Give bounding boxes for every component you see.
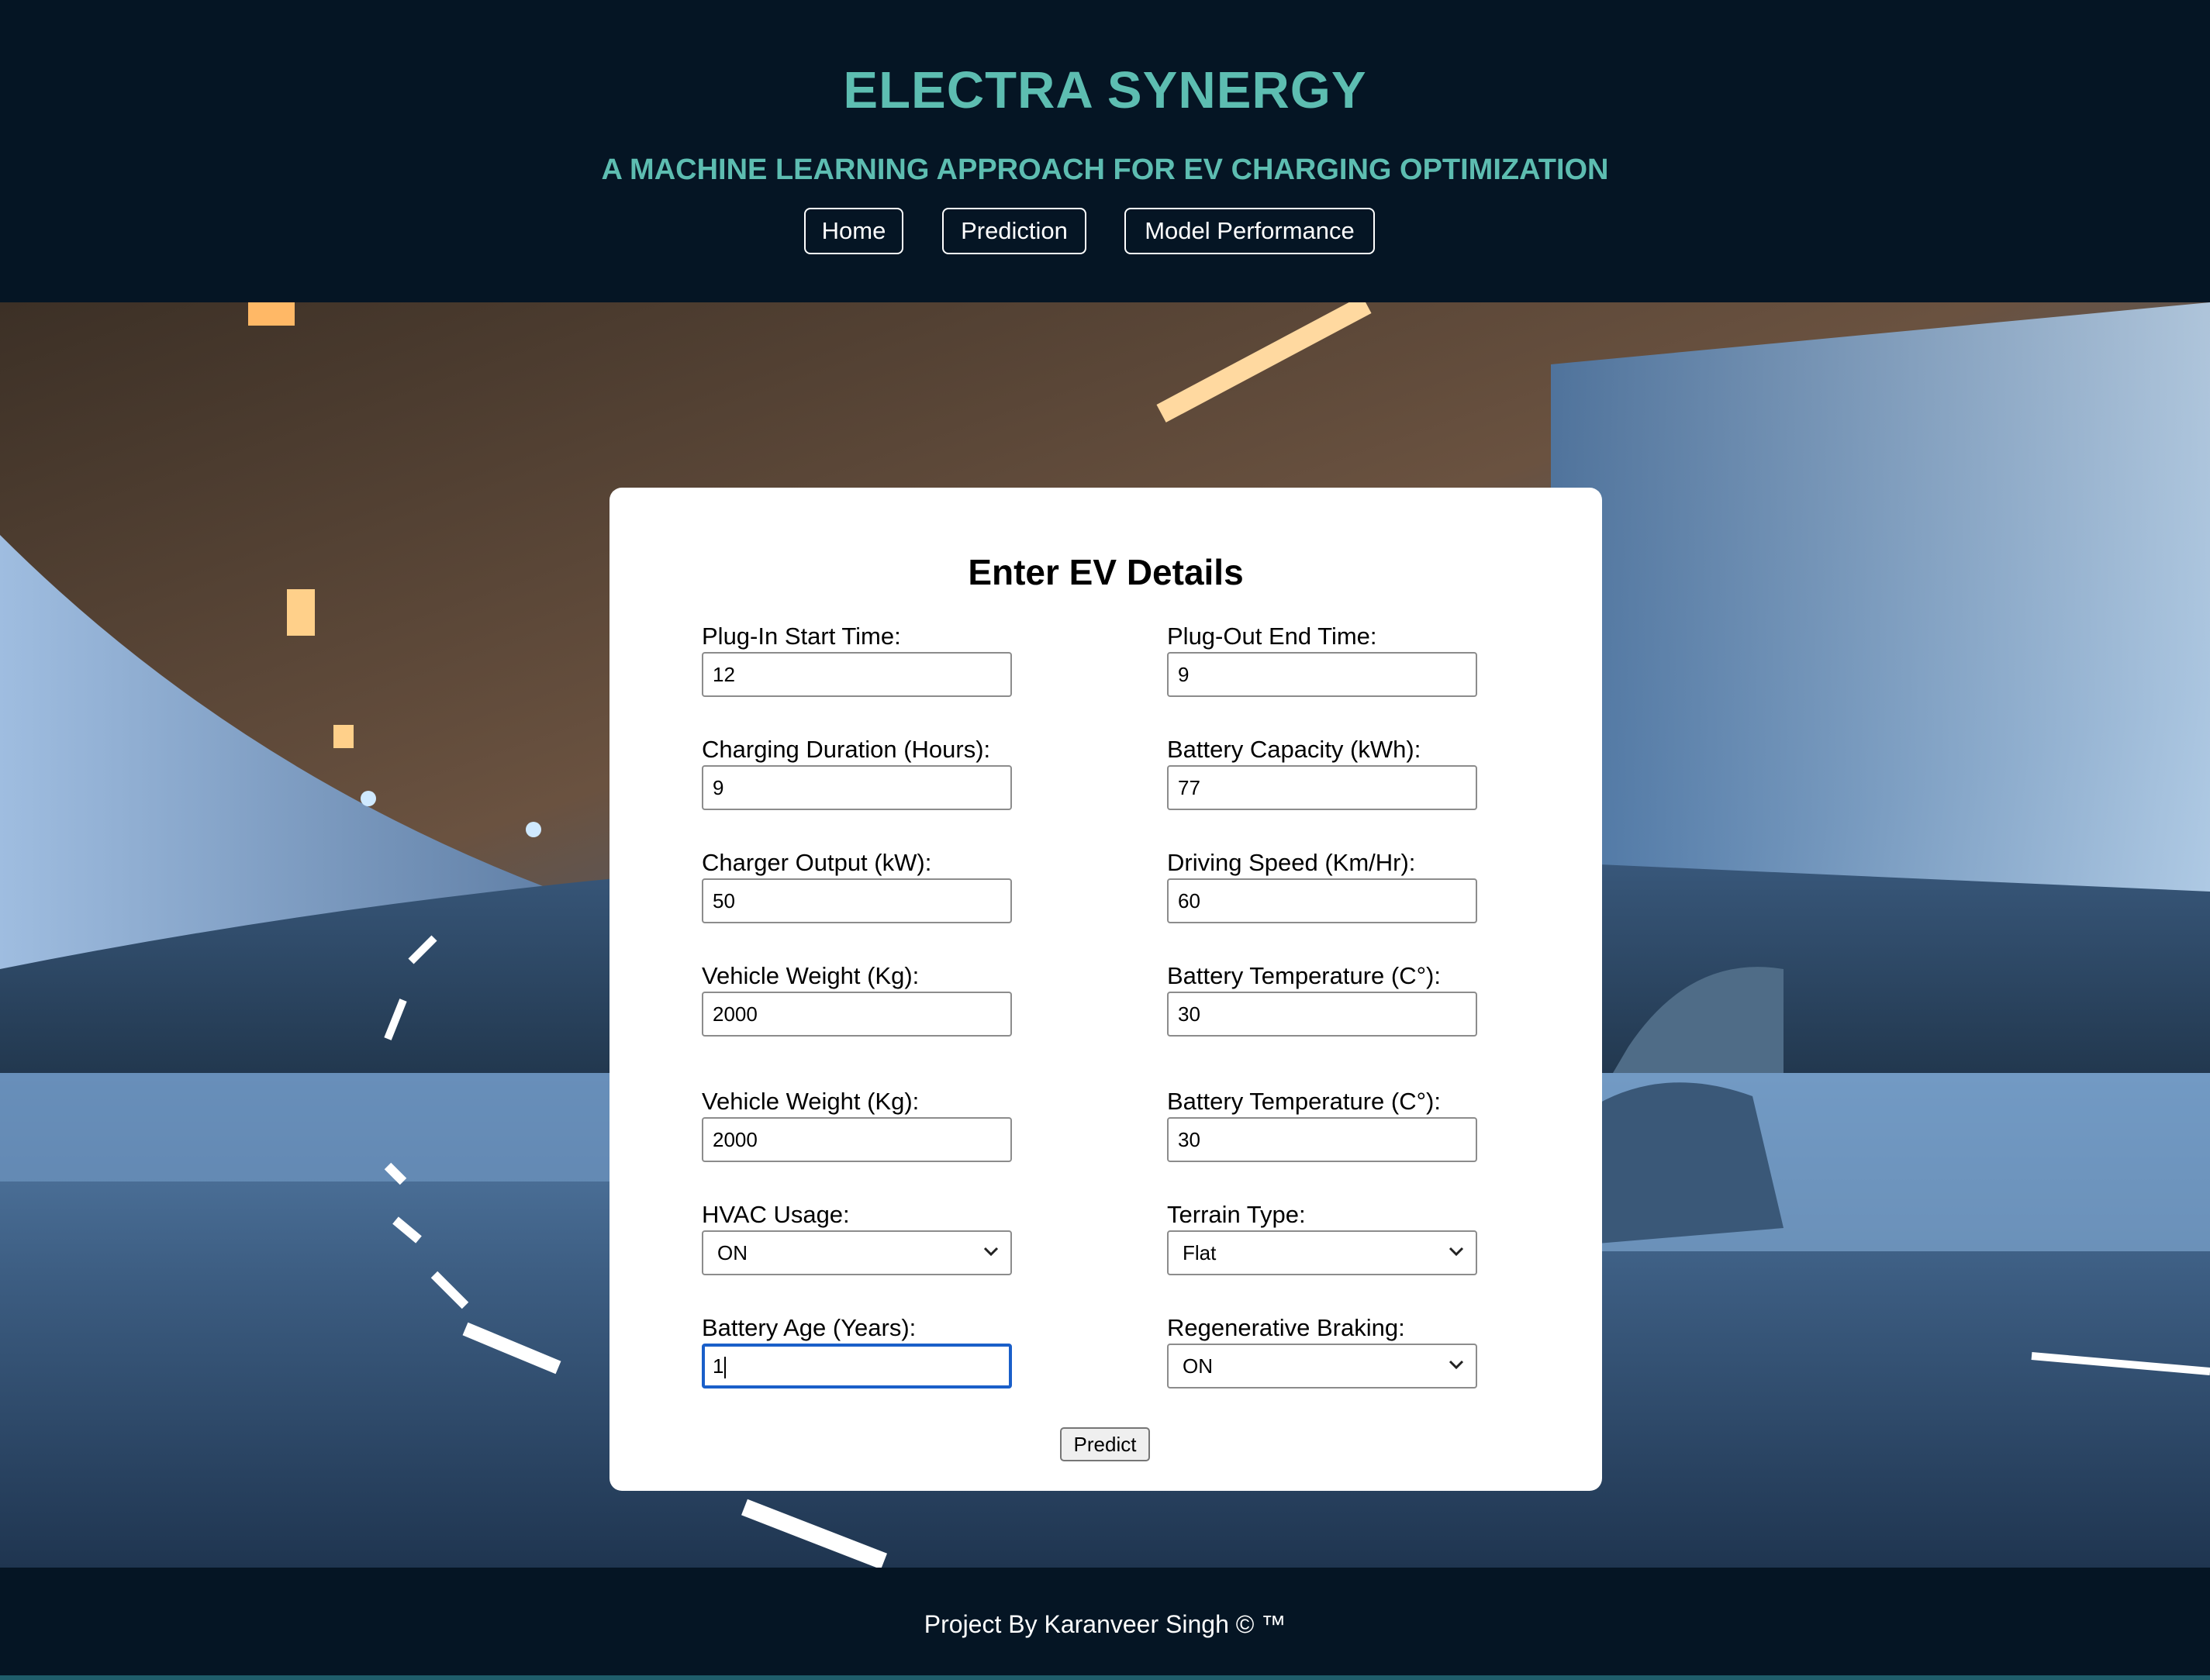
battery-temperature-input-2[interactable]: [1167, 1117, 1477, 1162]
site-header: ELECTRA SYNERGY A MACHINE LEARNING APPRO…: [0, 0, 2210, 302]
regenerative-braking-select[interactable]: ON: [1167, 1344, 1477, 1389]
predict-button[interactable]: Predict: [1060, 1427, 1150, 1461]
battery-age-label: Battery Age (Years):: [702, 1314, 917, 1341]
site-subtitle: A MACHINE LEARNING APPROACH FOR EV CHARG…: [601, 154, 1609, 186]
vehicle-weight-label: Vehicle Weight (Kg):: [702, 962, 920, 989]
charger-output-label: Charger Output (kW):: [702, 849, 932, 876]
footer-accent-bar: [0, 1675, 2210, 1680]
battery-temperature-label-2: Battery Temperature (C°):: [1167, 1088, 1441, 1115]
hvac-usage-label: HVAC Usage:: [702, 1201, 850, 1228]
battery-temperature-label: Battery Temperature (C°):: [1167, 962, 1441, 989]
plug-out-end-label: Plug-Out End Time:: [1167, 623, 1377, 650]
driving-speed-input[interactable]: [1167, 878, 1477, 923]
nav-home-button[interactable]: Home: [804, 208, 903, 254]
regenerative-braking-label: Regenerative Braking:: [1167, 1314, 1405, 1341]
charging-duration-label: Charging Duration (Hours):: [702, 736, 991, 763]
vehicle-weight-label-2: Vehicle Weight (Kg):: [702, 1088, 920, 1115]
vehicle-weight-input[interactable]: [702, 992, 1012, 1037]
site-footer: Project By Karanveer Singh © ™: [0, 1568, 2210, 1680]
text-caret: [724, 1357, 727, 1379]
terrain-type-select[interactable]: Flat: [1167, 1230, 1477, 1275]
battery-capacity-label: Battery Capacity (kWh):: [1167, 736, 1421, 763]
nav-prediction-button[interactable]: Prediction: [942, 208, 1086, 254]
ev-details-form: Enter EV Details Plug-In Start Time: Plu…: [609, 488, 1602, 1491]
plug-out-end-input[interactable]: [1167, 652, 1477, 697]
plug-in-start-input[interactable]: [702, 652, 1012, 697]
form-title: Enter EV Details: [968, 552, 1244, 592]
chevron-down-icon: [1449, 1247, 1464, 1257]
chevron-down-icon: [983, 1247, 999, 1257]
battery-capacity-input[interactable]: [1167, 765, 1477, 810]
charging-duration-input[interactable]: [702, 765, 1012, 810]
hvac-usage-value: ON: [717, 1241, 748, 1264]
terrain-type-label: Terrain Type:: [1167, 1201, 1306, 1228]
driving-speed-label: Driving Speed (Km/Hr):: [1167, 849, 1416, 876]
battery-age-input[interactable]: 1: [702, 1344, 1012, 1389]
terrain-type-value: Flat: [1183, 1241, 1217, 1264]
vehicle-weight-input-2[interactable]: [702, 1117, 1012, 1162]
footer-credit: Project By Karanveer Singh © ™: [924, 1610, 1286, 1638]
charger-output-input[interactable]: [702, 878, 1012, 923]
battery-age-value: 1: [713, 1354, 724, 1378]
regenerative-braking-value: ON: [1183, 1354, 1213, 1378]
chevron-down-icon: [1449, 1360, 1464, 1370]
plug-in-start-label: Plug-In Start Time:: [702, 623, 901, 650]
battery-temperature-input[interactable]: [1167, 992, 1477, 1037]
nav-model-performance-button[interactable]: Model Performance: [1124, 208, 1375, 254]
site-title: ELECTRA SYNERGY: [843, 61, 1367, 119]
hvac-usage-select[interactable]: ON: [702, 1230, 1012, 1275]
